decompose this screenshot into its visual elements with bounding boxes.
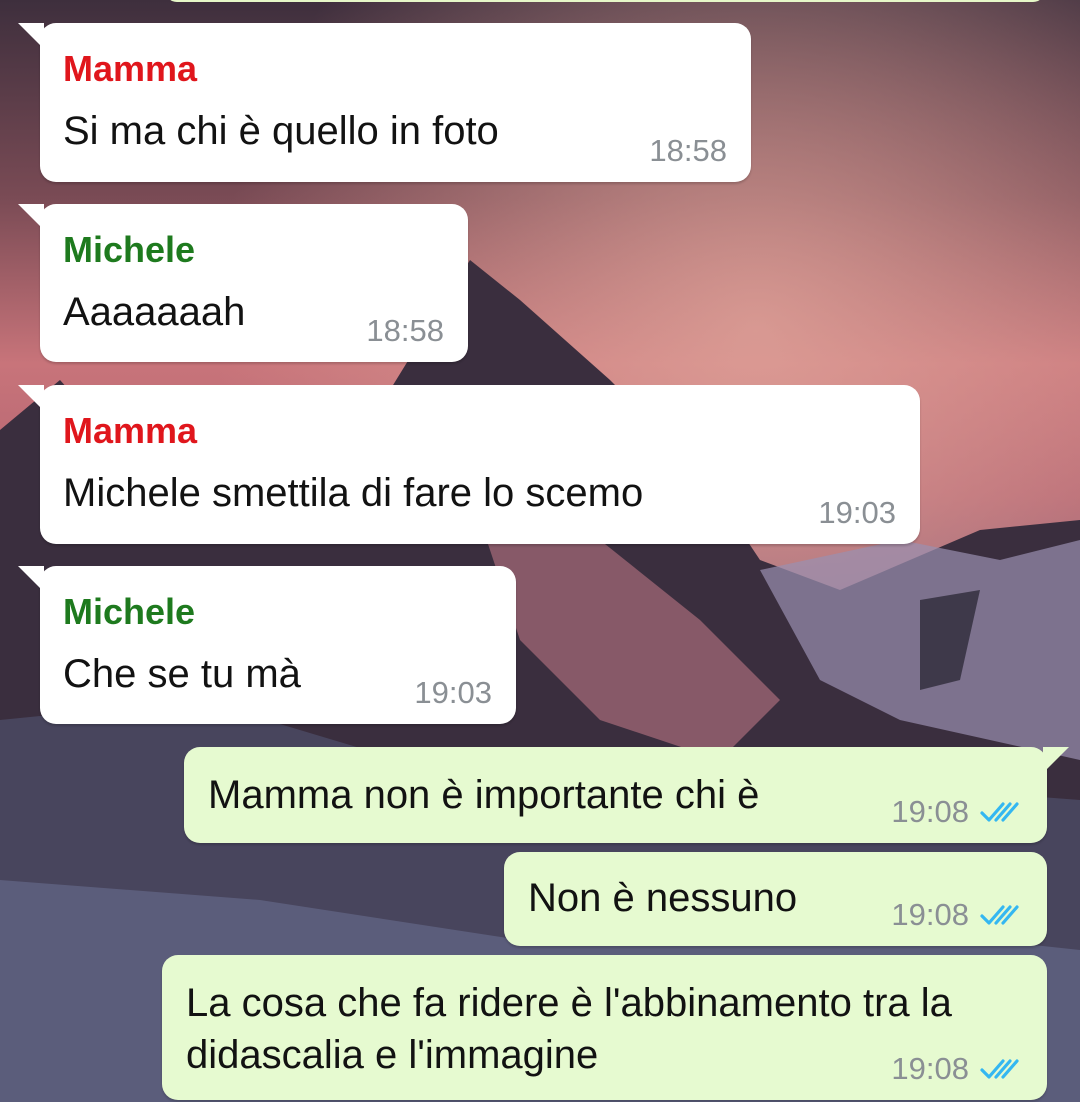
message-time: 18:58 xyxy=(366,313,444,348)
message-time: 19:08 xyxy=(891,897,969,932)
message-time: 18:58 xyxy=(649,133,727,168)
double-check-icon xyxy=(980,905,1019,925)
message-text: Non è nessuno xyxy=(528,876,798,920)
incoming-message-bubble[interactable]: Michele Aaaaaaah 18:58 xyxy=(18,204,468,362)
message-meta: 18:58 xyxy=(649,134,727,168)
incoming-message-bubble[interactable]: Mamma Si ma chi è quello in foto 18:58 xyxy=(18,23,751,182)
message-time: 19:08 xyxy=(891,794,969,829)
message-meta: 19:03 xyxy=(414,676,492,710)
previous-message-bubble-edge xyxy=(165,0,1045,2)
message-meta: 19:08 xyxy=(891,795,1023,829)
message-text: Mamma non è importante chi è xyxy=(208,773,760,817)
sender-name: Mamma xyxy=(63,48,198,89)
outgoing-message-bubble[interactable]: La cosa che fa ridere è l'abbinamento tr… xyxy=(162,955,1047,1100)
message-text-line: La cosa che fa ridere è l'abbinamento tr… xyxy=(186,981,952,1025)
sender-name: Michele xyxy=(63,229,196,270)
double-check-icon xyxy=(980,802,1019,822)
message-text-line: didascalia e l'immagine xyxy=(186,1033,599,1077)
message-meta: 19:03 xyxy=(818,496,896,530)
message-text: Aaaaaaah xyxy=(63,290,246,334)
outgoing-message-bubble[interactable]: Mamma non è importante chi è 19:08 xyxy=(184,747,1069,843)
incoming-message-bubble[interactable]: Michele Che se tu mà 19:03 xyxy=(18,566,516,724)
sender-name: Mamma xyxy=(63,410,198,451)
chat-message-list[interactable]: Mamma Si ma chi è quello in foto 18:58 M… xyxy=(0,0,1080,1102)
message-text: Si ma chi è quello in foto xyxy=(63,109,499,153)
message-meta: 19:08 xyxy=(891,1052,1023,1086)
message-text: Michele smettila di fare lo scemo xyxy=(63,471,644,515)
message-meta: 19:08 xyxy=(891,898,1023,932)
message-time: 19:03 xyxy=(414,675,492,710)
message-text: Che se tu mà xyxy=(63,652,301,696)
outgoing-message-bubble[interactable]: Non è nessuno 19:08 xyxy=(504,852,1047,946)
message-meta: 18:58 xyxy=(366,314,444,348)
incoming-message-bubble[interactable]: Mamma Michele smettila di fare lo scemo … xyxy=(18,385,920,544)
message-time: 19:03 xyxy=(818,495,896,530)
sender-name: Michele xyxy=(63,591,196,632)
message-time: 19:08 xyxy=(891,1051,969,1086)
double-check-icon xyxy=(980,1059,1019,1079)
